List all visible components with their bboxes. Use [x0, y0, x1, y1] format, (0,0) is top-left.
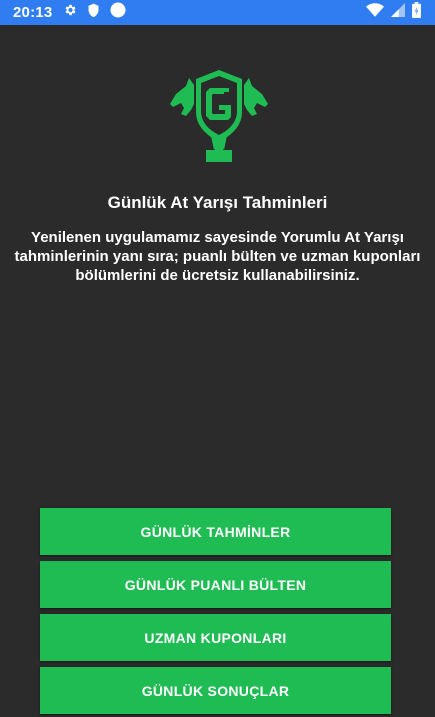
logo-icon: [170, 70, 268, 162]
app-title: Günlük At Yarışı Tahminleri: [107, 193, 328, 212]
status-icons-right: [366, 2, 421, 23]
wifi-icon: [366, 3, 384, 22]
app-description: Yenilenen uygulamamız sayesinde Yorumlu …: [14, 229, 421, 284]
shield-icon: [87, 3, 100, 23]
daily-results-button[interactable]: GÜNLÜK SONUÇLAR: [40, 667, 391, 714]
battery-icon: [412, 2, 421, 23]
signal-icon: [391, 3, 405, 22]
circle-icon: [110, 2, 126, 23]
expert-coupons-button[interactable]: UZMAN KUPONLARI: [40, 614, 391, 661]
daily-scored-bulletin-button[interactable]: GÜNLÜK PUANLI BÜLTEN: [40, 561, 391, 608]
daily-predictions-button[interactable]: GÜNLÜK TAHMİNLER: [40, 508, 391, 555]
main-screen: Günlük At Yarışı Tahminleri Yenilenen uy…: [0, 25, 435, 717]
status-bar: 20:13: [0, 0, 435, 25]
status-icons-left: [63, 2, 126, 23]
status-time: 20:13: [13, 4, 53, 21]
gear-icon: [63, 3, 77, 22]
